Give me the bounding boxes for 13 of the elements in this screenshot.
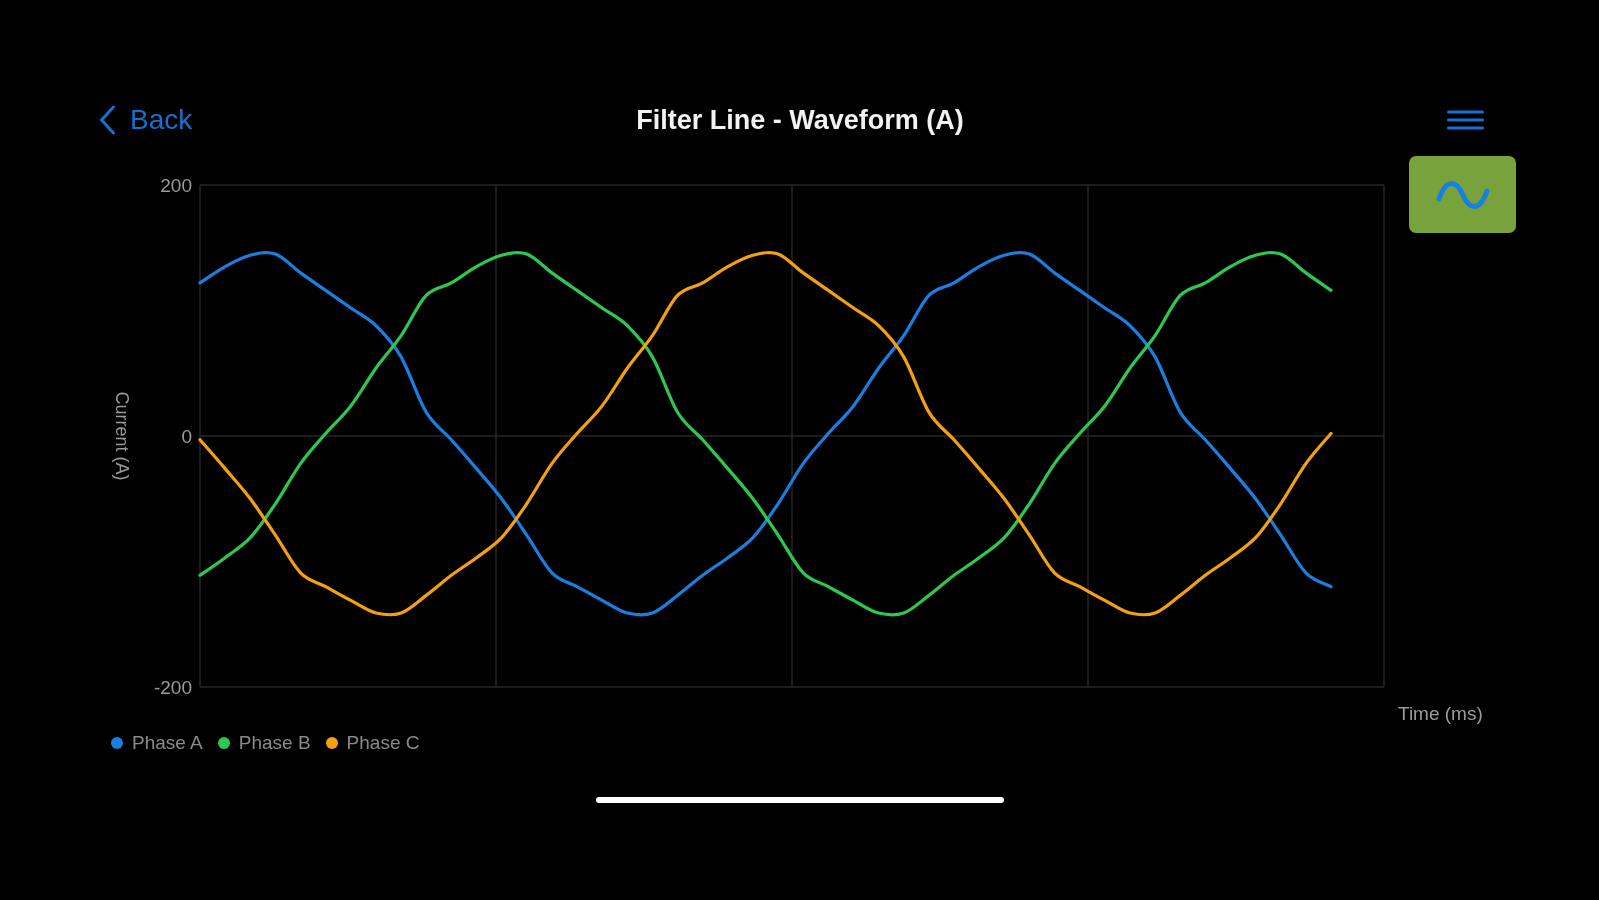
x-axis-title: Time (ms) xyxy=(1398,702,1483,724)
legend-label: Phase C xyxy=(346,732,420,754)
y-tick-label: -200 xyxy=(153,676,192,698)
chevron-left-icon xyxy=(99,105,116,135)
legend-label: Phase A xyxy=(132,732,203,754)
menu-button[interactable] xyxy=(1447,110,1484,130)
screen-title: Filter Line - Waveform (A) xyxy=(636,104,964,136)
back-button[interactable]: Back xyxy=(99,104,193,136)
menu-icon xyxy=(1447,110,1484,130)
y-tick-label: 0 xyxy=(181,425,192,447)
y-axis-title: Current (A) xyxy=(112,391,132,481)
legend-label: Phase B xyxy=(238,732,311,754)
y-tick-label: 200 xyxy=(160,174,192,196)
